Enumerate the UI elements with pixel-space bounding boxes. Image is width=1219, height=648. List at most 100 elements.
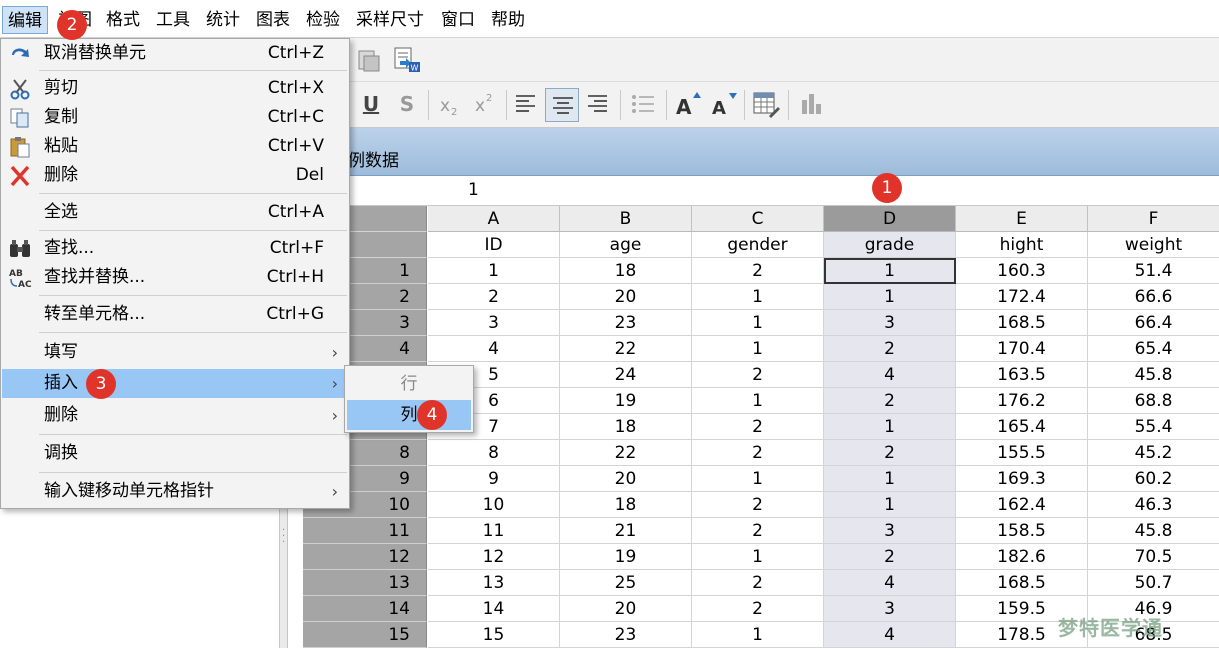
data-cell[interactable]: 18 — [560, 414, 692, 440]
data-cell[interactable]: 55.4 — [1088, 414, 1219, 440]
data-cell[interactable]: 2 — [428, 284, 560, 310]
menu-edit[interactable]: 编辑 — [2, 6, 48, 34]
chart-icon[interactable] — [798, 90, 826, 118]
data-cell[interactable]: 4 — [824, 622, 956, 648]
data-cell[interactable]: 19 — [560, 388, 692, 414]
data-cell[interactable]: 155.5 — [956, 440, 1088, 466]
data-cell[interactable]: 4 — [428, 336, 560, 362]
menu-item-undo[interactable]: 取消替换单元 Ctrl+Z — [2, 39, 348, 68]
variable-name-cell[interactable]: grade — [824, 232, 956, 258]
data-cell[interactable]: 1 — [428, 258, 560, 284]
bullet-list-icon[interactable] — [630, 92, 656, 116]
data-cell[interactable]: 1 — [692, 544, 824, 570]
data-cell[interactable]: 169.3 — [956, 466, 1088, 492]
data-cell[interactable]: 70.5 — [1088, 544, 1219, 570]
data-cell[interactable]: 4 — [824, 362, 956, 388]
column-header[interactable]: C — [692, 206, 824, 232]
data-cell[interactable]: 18 — [560, 258, 692, 284]
data-cell[interactable]: 3 — [428, 310, 560, 336]
align-right-icon[interactable] — [586, 92, 610, 116]
data-cell[interactable]: 60.2 — [1088, 466, 1219, 492]
data-cell[interactable]: 4 — [824, 570, 956, 596]
data-cell[interactable]: 1 — [824, 258, 956, 284]
data-cell[interactable]: 2 — [824, 440, 956, 466]
print-preview-icon[interactable] — [356, 48, 382, 74]
menu-item-find-replace[interactable]: AB AC 查找并替换... Ctrl+H — [2, 263, 348, 292]
menu-item-fill[interactable]: 填写 › — [2, 338, 348, 367]
menu-help[interactable]: 帮助 — [486, 6, 530, 34]
menu-item-paste[interactable]: 粘贴 Ctrl+V — [2, 132, 348, 161]
variable-name-cell[interactable]: hight — [956, 232, 1088, 258]
data-cell[interactable]: 2 — [824, 388, 956, 414]
data-cell[interactable]: 1 — [692, 466, 824, 492]
data-cell[interactable]: 66.6 — [1088, 284, 1219, 310]
data-cell[interactable]: 45.8 — [1088, 362, 1219, 388]
variable-name-cell[interactable]: ID — [428, 232, 560, 258]
data-cell[interactable]: 172.4 — [956, 284, 1088, 310]
data-cell[interactable]: 160.3 — [956, 258, 1088, 284]
data-cell[interactable]: 1 — [692, 310, 824, 336]
data-cell[interactable]: 24 — [560, 362, 692, 388]
menu-item-enter-key-move[interactable]: 输入键移动单元格指针 › — [2, 477, 348, 506]
data-cell[interactable]: 1 — [692, 336, 824, 362]
data-cell[interactable]: 21 — [560, 518, 692, 544]
data-cell[interactable]: 20 — [560, 596, 692, 622]
menu-statistics[interactable]: 统计 — [201, 6, 245, 34]
cell-content-value[interactable]: 1 — [468, 180, 479, 200]
menu-item-goto-cell[interactable]: 转至单元格... Ctrl+G — [2, 300, 348, 329]
data-cell[interactable]: 1 — [692, 388, 824, 414]
data-cell[interactable]: 1 — [692, 284, 824, 310]
data-cell[interactable]: 2 — [824, 544, 956, 570]
data-cell[interactable]: 50.7 — [1088, 570, 1219, 596]
row-header[interactable]: 12 — [303, 544, 427, 570]
data-cell[interactable]: 3 — [824, 596, 956, 622]
menu-window[interactable]: 窗口 — [436, 6, 480, 34]
data-cell[interactable]: 1 — [824, 492, 956, 518]
menu-item-delete[interactable]: 删除 Del — [2, 161, 348, 190]
data-cell[interactable]: 20 — [560, 466, 692, 492]
data-cell[interactable]: 2 — [692, 492, 824, 518]
variable-name-cell[interactable]: age — [560, 232, 692, 258]
data-cell[interactable]: 51.4 — [1088, 258, 1219, 284]
row-header[interactable]: 14 — [303, 596, 427, 622]
data-cell[interactable]: 8 — [428, 440, 560, 466]
data-cell[interactable]: 18 — [560, 492, 692, 518]
underline-icon[interactable]: U — [360, 92, 382, 118]
row-header[interactable]: 13 — [303, 570, 427, 596]
data-cell[interactable]: 45.2 — [1088, 440, 1219, 466]
data-cell[interactable]: 20 — [560, 284, 692, 310]
data-cell[interactable]: 66.4 — [1088, 310, 1219, 336]
data-cell[interactable]: 46.3 — [1088, 492, 1219, 518]
data-cell[interactable]: 11 — [428, 518, 560, 544]
column-header[interactable]: A — [428, 206, 560, 232]
data-cell[interactable]: 170.4 — [956, 336, 1088, 362]
menu-item-select-all[interactable]: 全选 Ctrl+A — [2, 198, 348, 227]
data-cell[interactable]: 23 — [560, 622, 692, 648]
data-cell[interactable]: 3 — [824, 518, 956, 544]
column-header[interactable]: D — [824, 206, 956, 232]
data-cell[interactable]: 10 — [428, 492, 560, 518]
data-cell[interactable]: 2 — [692, 570, 824, 596]
data-cell[interactable]: 165.4 — [956, 414, 1088, 440]
data-cell[interactable]: 12 — [428, 544, 560, 570]
align-left-icon[interactable] — [514, 92, 538, 116]
data-cell[interactable]: 68.8 — [1088, 388, 1219, 414]
data-cell[interactable]: 1 — [824, 284, 956, 310]
variable-name-cell[interactable]: gender — [692, 232, 824, 258]
menu-charts[interactable]: 图表 — [251, 6, 295, 34]
table-properties-icon[interactable] — [752, 90, 780, 118]
strikethrough-icon[interactable]: S — [396, 92, 418, 118]
data-cell[interactable]: 2 — [692, 440, 824, 466]
variable-name-cell[interactable]: weight — [1088, 232, 1219, 258]
data-cell[interactable]: 9 — [428, 466, 560, 492]
menu-sample-size[interactable]: 采样尺寸 — [351, 6, 429, 34]
menu-item-copy[interactable]: 复制 Ctrl+C — [2, 103, 348, 132]
submenu-item-row[interactable]: 行 — [347, 369, 471, 399]
data-cell[interactable]: 1 — [692, 622, 824, 648]
data-cell[interactable]: 2 — [692, 362, 824, 388]
data-cell[interactable]: 2 — [692, 414, 824, 440]
data-cell[interactable]: 2 — [692, 258, 824, 284]
data-cell[interactable]: 25 — [560, 570, 692, 596]
data-cell[interactable]: 2 — [824, 336, 956, 362]
export-word-icon[interactable]: W — [392, 46, 422, 74]
